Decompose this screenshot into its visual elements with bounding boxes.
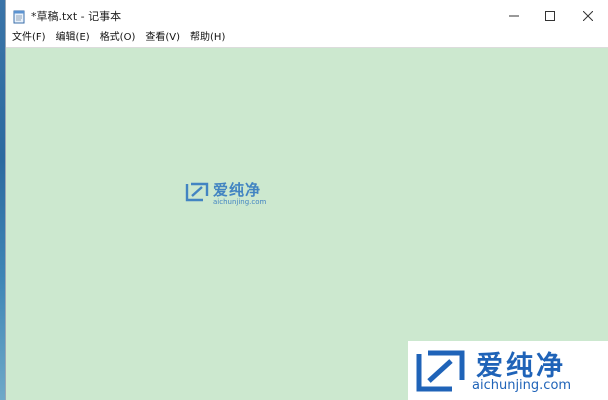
maximize-button[interactable] — [532, 0, 568, 30]
menu-help[interactable]: 帮助(H) — [186, 30, 229, 46]
watermark-url: aichunjing.com — [213, 197, 267, 206]
menu-bar: 文件(F) 编辑(E) 格式(O) 查看(V) 帮助(H) — [6, 30, 608, 46]
menu-file[interactable]: 文件(F) — [8, 30, 50, 46]
watermark-url-large: aichunjing.com — [472, 378, 572, 393]
notepad-icon — [13, 9, 25, 24]
aichunjing-logo-icon — [414, 348, 468, 398]
notepad-window: *草稿.txt - 记事本 文件(F) 编辑(E) 格式(O) 查看(V) 帮助… — [6, 0, 608, 400]
menu-format[interactable]: 格式(O) — [96, 30, 140, 46]
close-button[interactable] — [570, 0, 606, 30]
watermark-center: 爱纯净 aichunjing.com — [184, 181, 266, 207]
watermark-corner: 爱纯净 aichunjing.com — [408, 341, 608, 400]
window-title: *草稿.txt - 记事本 — [31, 10, 122, 23]
close-icon — [582, 6, 594, 25]
menu-view[interactable]: 查看(V) — [141, 30, 184, 46]
maximize-icon — [545, 6, 555, 25]
title-bar[interactable]: *草稿.txt - 记事本 — [6, 0, 608, 30]
watermark-name: 爱纯净 — [213, 180, 262, 199]
minimize-icon — [509, 6, 519, 25]
aichunjing-logo-icon — [184, 181, 210, 207]
menu-edit[interactable]: 编辑(E) — [52, 30, 94, 46]
minimize-button[interactable] — [496, 0, 532, 30]
